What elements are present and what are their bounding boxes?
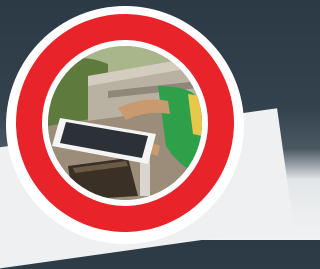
photo-illustration bbox=[48, 46, 202, 200]
profile-photo bbox=[48, 46, 202, 200]
